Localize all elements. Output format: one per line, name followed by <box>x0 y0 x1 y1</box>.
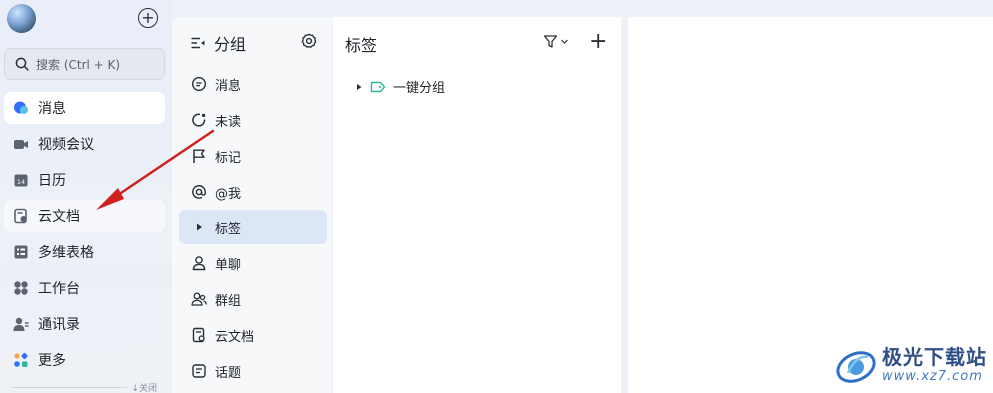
group-item-label: @我 <box>215 186 242 202</box>
collapse-label: ↓关闭 <box>131 383 157 393</box>
group-panel: 分组 消息 未读 标记 @我 标签 单聊 群组 云文档 话题 <box>172 17 332 393</box>
add-button[interactable]: + <box>138 8 158 28</box>
nav-item-calendar[interactable]: 14 日历 <box>4 164 165 196</box>
svg-text:14: 14 <box>17 178 25 186</box>
watermark-text: 极光下载站 www.xz7.com <box>882 347 987 383</box>
group-item-flagged[interactable]: 标记 <box>179 139 327 173</box>
at-icon <box>191 184 207 200</box>
left-navigation: + 搜索 (Ctrl + K) 消息 视频会议 14 日历 云文档 多维表格 工… <box>0 0 172 393</box>
add-tag-button[interactable]: + <box>589 31 607 53</box>
cloud-doc-icon <box>13 208 29 224</box>
nav-item-label: 视频会议 <box>38 137 94 153</box>
nav-item-label: 消息 <box>38 101 66 117</box>
gear-icon <box>301 33 317 48</box>
nav-item-label: 日历 <box>38 173 66 189</box>
group-item-messages[interactable]: 消息 <box>179 67 327 101</box>
search-placeholder: 搜索 (Ctrl + K) <box>36 57 121 72</box>
settings-button[interactable] <box>301 33 317 53</box>
expand-caret-icon[interactable] <box>355 83 363 91</box>
filter-button[interactable] <box>543 34 569 49</box>
tag-icon <box>370 81 386 92</box>
watermark-title: 极光下载站 <box>882 345 987 369</box>
more-apps-icon <box>13 352 29 368</box>
site-watermark: 极光下载站 www.xz7.com <box>834 340 990 390</box>
nav-item-base-table[interactable]: 多维表格 <box>4 236 165 268</box>
flag-icon <box>191 148 207 164</box>
group-item-cloud-docs[interactable]: 云文档 <box>179 318 327 352</box>
tag-row[interactable]: 一键分组 <box>355 77 445 96</box>
tag-label: 一键分组 <box>393 81 446 96</box>
group-panel-header: 分组 <box>190 31 246 55</box>
nav-item-messages[interactable]: 消息 <box>4 92 165 124</box>
video-camera-icon <box>13 136 29 152</box>
logo-icon <box>836 351 876 383</box>
workbench-icon <box>13 280 29 296</box>
group-panel-title: 分组 <box>214 35 247 54</box>
group-item-mentions[interactable]: @我 <box>179 175 327 209</box>
nav-item-contacts[interactable]: 通讯录 <box>4 308 165 340</box>
search-input[interactable]: 搜索 (Ctrl + K) <box>4 48 165 80</box>
message-icon <box>191 76 207 92</box>
plus-icon: + <box>141 8 155 27</box>
nav-item-more[interactable]: 更多 <box>4 344 165 376</box>
filter-icon <box>543 35 558 48</box>
group-item-unread[interactable]: 未读 <box>179 103 327 137</box>
collapse-divider[interactable]: ↓关闭 <box>12 382 157 393</box>
doc-icon <box>191 327 207 343</box>
contacts-icon <box>13 316 29 332</box>
message-bubble-icon <box>13 100 29 116</box>
app-window: + 搜索 (Ctrl + K) 消息 视频会议 14 日历 云文档 多维表格 工… <box>0 0 993 393</box>
group-item-topics[interactable]: 话题 <box>179 354 327 388</box>
collapse-list-icon[interactable] <box>190 35 206 51</box>
nav-item-label: 多维表格 <box>38 245 94 261</box>
nav-item-label: 工作台 <box>38 281 80 297</box>
chevron-down-icon <box>561 39 568 44</box>
topic-icon <box>191 363 207 379</box>
calendar-icon: 14 <box>13 172 29 188</box>
nav-item-label: 更多 <box>38 353 66 369</box>
unread-icon <box>191 112 207 128</box>
group-item-label: 云文档 <box>215 329 255 345</box>
content-area <box>628 17 993 393</box>
group-item-groups[interactable]: 群组 <box>179 282 327 316</box>
nav-item-video-meeting[interactable]: 视频会议 <box>4 128 165 160</box>
group-item-label: 标签 <box>215 221 242 237</box>
watermark-url: www.xz7.com <box>882 369 983 384</box>
search-icon <box>15 57 29 71</box>
divider-line <box>12 386 128 388</box>
group-item-label: 未读 <box>215 114 242 130</box>
nav-item-cloud-docs[interactable]: 云文档 <box>4 200 165 232</box>
tag-panel: 标签 + 一键分组 <box>333 17 621 393</box>
group-item-label: 单聊 <box>215 257 242 273</box>
nav-item-label: 云文档 <box>38 209 80 225</box>
group-item-direct-chats[interactable]: 单聊 <box>179 246 327 280</box>
tag-panel-title: 标签 <box>345 36 378 55</box>
person-icon <box>191 255 207 271</box>
group-item-label: 群组 <box>215 293 242 309</box>
avatar[interactable] <box>7 4 36 33</box>
group-item-label: 话题 <box>215 365 242 381</box>
table-icon <box>13 244 29 260</box>
group-icon <box>191 291 207 307</box>
group-item-label: 消息 <box>215 78 242 94</box>
group-item-label: 标记 <box>215 150 242 166</box>
nav-item-label: 通讯录 <box>38 317 80 333</box>
plus-icon: + <box>589 29 608 54</box>
nav-item-workbench[interactable]: 工作台 <box>4 272 165 304</box>
caret-right-icon[interactable] <box>191 219 207 235</box>
group-item-tags[interactable]: 标签 <box>179 210 327 244</box>
